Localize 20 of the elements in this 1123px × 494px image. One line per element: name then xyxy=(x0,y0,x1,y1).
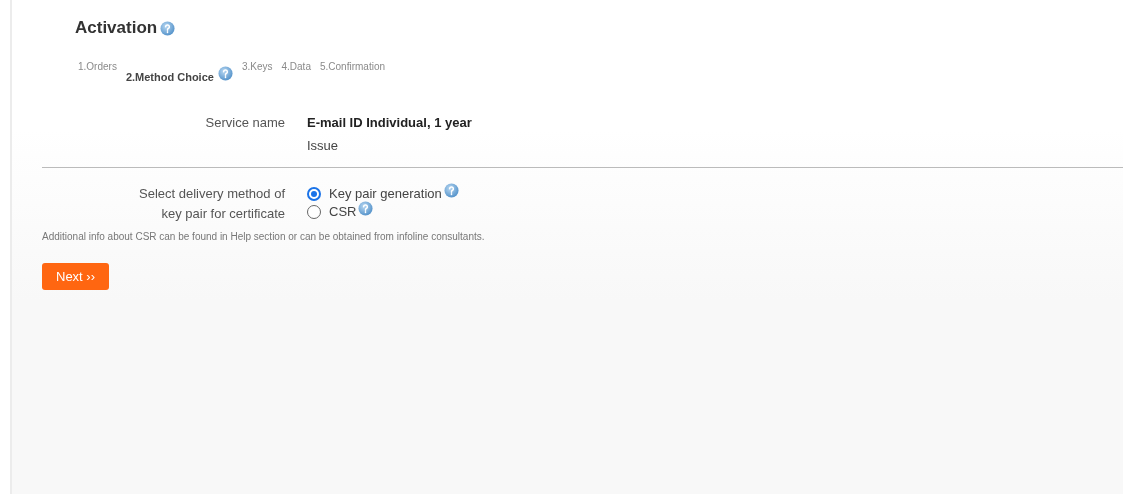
radio-button[interactable] xyxy=(307,186,321,201)
wizard-step: 3.Keys xyxy=(241,61,273,72)
help-icon[interactable] xyxy=(217,66,233,81)
wizard-step: 1.Orders xyxy=(78,61,117,72)
wizard-step: 5.Confirmation xyxy=(319,61,385,72)
wizard-step: 4.Data xyxy=(281,61,311,72)
field-label: key pair for certificate xyxy=(161,206,285,221)
service-type-text: Issue xyxy=(307,138,340,153)
help-icon[interactable] xyxy=(358,201,374,216)
help-icon[interactable] xyxy=(160,20,176,36)
help-icon[interactable] xyxy=(443,183,459,198)
info-text: Additional info about CSR can be found in Help section or can be obtained from infoline consultants. xyxy=(42,231,486,242)
field-label: Select delivery method of xyxy=(139,186,285,201)
radio-button[interactable] xyxy=(307,204,321,219)
radio-label[interactable]: Key pair generation xyxy=(329,186,442,201)
field-label: Service name xyxy=(204,115,285,132)
radio-label[interactable]: CSR xyxy=(329,204,357,219)
page-title: Activation xyxy=(75,18,158,38)
wizard-step: 2.Method Choice xyxy=(125,71,214,83)
service-name-value: E-mail ID Individual, 1 year xyxy=(307,115,473,130)
